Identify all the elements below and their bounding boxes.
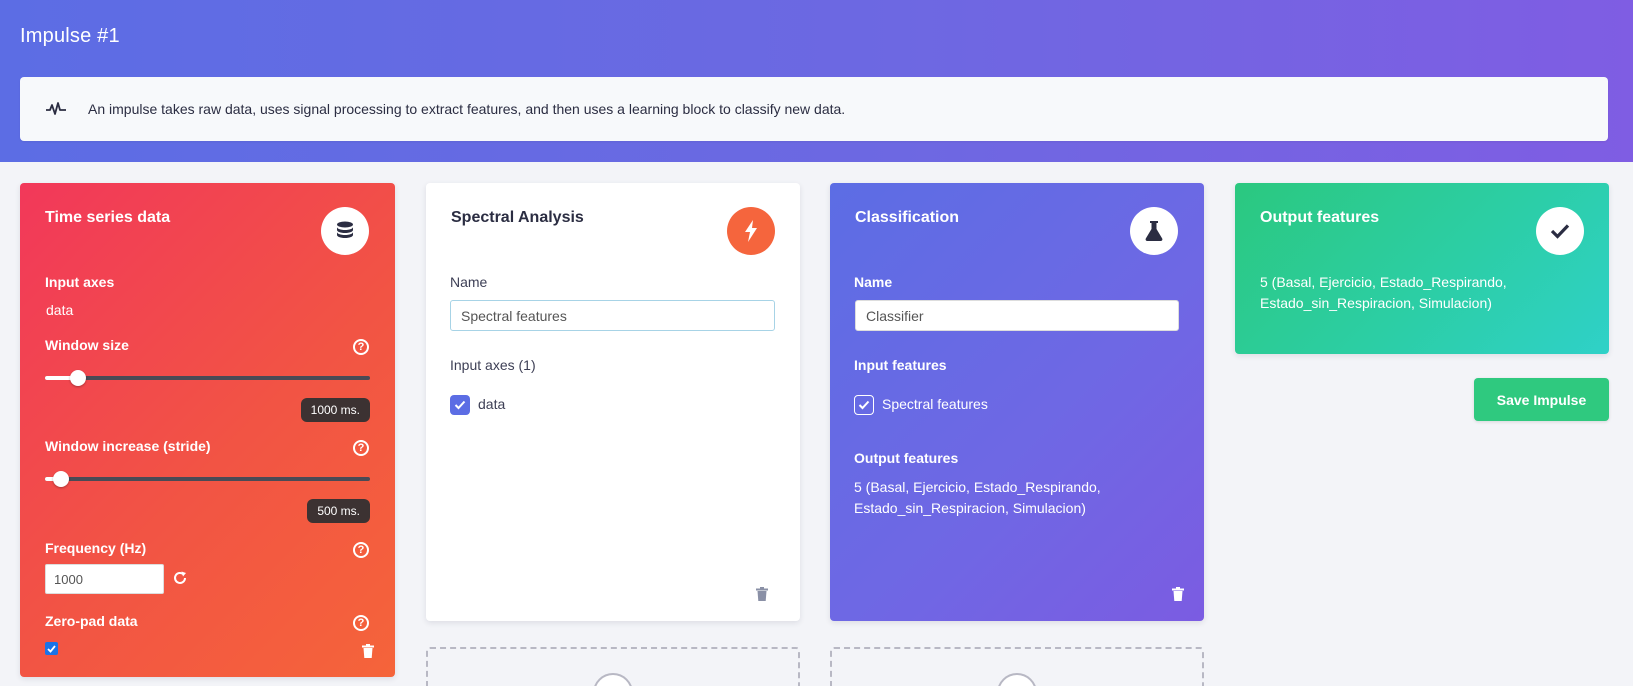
info-banner: An impulse takes raw data, uses signal p… bbox=[20, 77, 1608, 141]
window-increase-slider-thumb[interactable] bbox=[53, 471, 69, 487]
input-axes-label: Input axes bbox=[45, 274, 115, 290]
classification-output-line1: 5 (Basal, Ejercicio, Estado_Respirando, bbox=[854, 479, 1101, 495]
delete-icon[interactable] bbox=[756, 587, 770, 603]
classification-name-input[interactable]: Classifier bbox=[855, 300, 1179, 331]
spectral-name-input[interactable]: Spectral features bbox=[450, 300, 775, 331]
add-processing-block[interactable] bbox=[426, 647, 800, 686]
zero-pad-checkbox[interactable] bbox=[45, 642, 58, 655]
window-increase-slider[interactable] bbox=[45, 471, 370, 487]
classification-output-label: Output features bbox=[854, 450, 959, 466]
feature-checkbox[interactable] bbox=[854, 395, 874, 415]
time-series-card: Time series data Input axes data Window … bbox=[20, 183, 395, 677]
window-increase-value: 500 ms. bbox=[307, 499, 370, 523]
input-features-label: Input features bbox=[854, 357, 947, 373]
classification-card: Classification Name Classifier Input fea… bbox=[830, 183, 1204, 621]
window-size-slider-thumb[interactable] bbox=[70, 370, 86, 386]
add-icon[interactable] bbox=[593, 673, 633, 686]
window-size-slider[interactable] bbox=[45, 370, 370, 386]
input-axes-value: data bbox=[46, 302, 74, 318]
classification-output-line2: Estado_sin_Respiracion, Simulacion) bbox=[854, 500, 1086, 516]
window-increase-label: Window increase (stride) bbox=[45, 438, 211, 454]
axis-checkbox[interactable] bbox=[450, 395, 470, 415]
output-features-line1: 5 (Basal, Ejercicio, Estado_Respirando, bbox=[1260, 274, 1507, 290]
delete-icon[interactable] bbox=[362, 644, 376, 660]
database-icon bbox=[321, 207, 369, 255]
page-title: Impulse #1 bbox=[20, 25, 120, 47]
help-icon[interactable]: ? bbox=[353, 615, 369, 631]
help-icon[interactable]: ? bbox=[353, 339, 369, 355]
spectral-analysis-card: Spectral Analysis Name Spectral features… bbox=[426, 183, 800, 621]
output-features-title: Output features bbox=[1260, 209, 1380, 226]
info-text: An impulse takes raw data, uses signal p… bbox=[88, 101, 846, 117]
window-size-label: Window size bbox=[45, 337, 129, 353]
window-size-value: 1000 ms. bbox=[300, 398, 370, 422]
frequency-input[interactable]: 1000 bbox=[45, 564, 164, 594]
output-features-line2: Estado_sin_Respiracion, Simulacion) bbox=[1260, 295, 1492, 311]
bolt-icon bbox=[727, 207, 775, 255]
feature-label: Spectral features bbox=[882, 396, 988, 412]
classification-name-label: Name bbox=[854, 274, 893, 290]
delete-icon[interactable] bbox=[1172, 587, 1186, 603]
page-header: Impulse #1 An impulse takes raw data, us… bbox=[0, 0, 1633, 162]
frequency-label: Frequency (Hz) bbox=[45, 540, 147, 556]
pulse-icon bbox=[44, 97, 68, 121]
save-impulse-button[interactable]: Save Impulse bbox=[1474, 378, 1609, 421]
spectral-name-label: Name bbox=[450, 274, 488, 290]
zero-pad-label: Zero-pad data bbox=[45, 613, 138, 629]
spectral-input-axes-label: Input axes (1) bbox=[450, 357, 536, 373]
classification-title: Classification bbox=[855, 209, 960, 226]
time-series-title: Time series data bbox=[45, 209, 171, 226]
output-features-card: Output features 5 (Basal, Ejercicio, Est… bbox=[1235, 183, 1609, 354]
help-icon[interactable]: ? bbox=[353, 440, 369, 456]
axis-label: data bbox=[478, 396, 506, 412]
spectral-analysis-title: Spectral Analysis bbox=[451, 209, 584, 226]
help-icon[interactable]: ? bbox=[353, 542, 369, 558]
refresh-icon[interactable] bbox=[172, 570, 188, 591]
flask-icon bbox=[1130, 207, 1178, 255]
check-icon bbox=[1536, 207, 1584, 255]
add-learning-block[interactable] bbox=[830, 647, 1204, 686]
add-icon[interactable] bbox=[997, 673, 1037, 686]
